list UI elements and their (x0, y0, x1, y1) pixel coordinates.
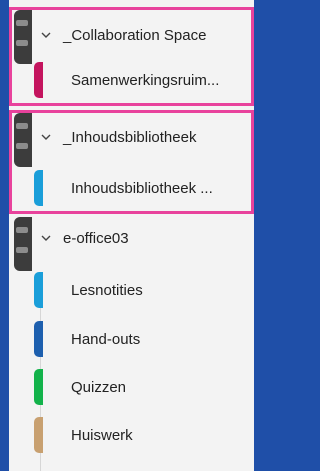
notebook-title: e-office03 (63, 229, 129, 247)
notebook-header[interactable]: _Inhoudsbibliotheek (39, 125, 196, 149)
section-item-lesnotities[interactable]: Lesnotities (34, 270, 143, 310)
notebook-icon (14, 10, 32, 64)
section-label: Inhoudsbibliotheek ... (71, 179, 213, 197)
notebook-collaboration-space: _Collaboration Space Samenwerkingsruim..… (9, 7, 254, 106)
section-color-tab (34, 321, 43, 357)
section-item-hand-outs[interactable]: Hand-outs (34, 319, 140, 359)
notebook-title: _Collaboration Space (63, 26, 207, 44)
section-label: Quizzen (71, 378, 127, 396)
section-color-tab (34, 417, 43, 453)
section-item-huiswerk[interactable]: Huiswerk (34, 415, 133, 455)
section-label: Lesnotities (71, 281, 143, 299)
notebook-e-office03: e-office03 Lesnotities Hand-outs Quizzen… (9, 214, 254, 471)
notebook-header[interactable]: _Collaboration Space (39, 23, 206, 47)
chevron-down-icon[interactable] (39, 28, 53, 42)
notebook-icon (14, 113, 32, 167)
notebook-title: _Inhoudsbibliotheek (63, 128, 197, 146)
section-color-tab (34, 369, 43, 405)
section-label: Hand-outs (71, 330, 141, 348)
section-color-tab (34, 272, 43, 308)
section-label: Samenwerkingsruim... (71, 71, 220, 89)
chevron-down-icon[interactable] (39, 130, 53, 144)
section-item-quizzen[interactable]: Quizzen (34, 367, 126, 407)
notebook-icon (14, 217, 32, 271)
section-color-tab (34, 170, 43, 206)
notebook-inhoudsbibliotheek: _Inhoudsbibliotheek Inhoudsbibliotheek .… (9, 110, 254, 214)
notebook-header[interactable]: e-office03 (39, 226, 129, 250)
chevron-down-icon[interactable] (39, 231, 53, 245)
section-label: Huiswerk (71, 426, 133, 444)
section-item[interactable]: Samenwerkingsruim... (34, 60, 219, 100)
section-item[interactable]: Inhoudsbibliotheek ... (34, 168, 213, 208)
section-color-tab (34, 62, 43, 98)
